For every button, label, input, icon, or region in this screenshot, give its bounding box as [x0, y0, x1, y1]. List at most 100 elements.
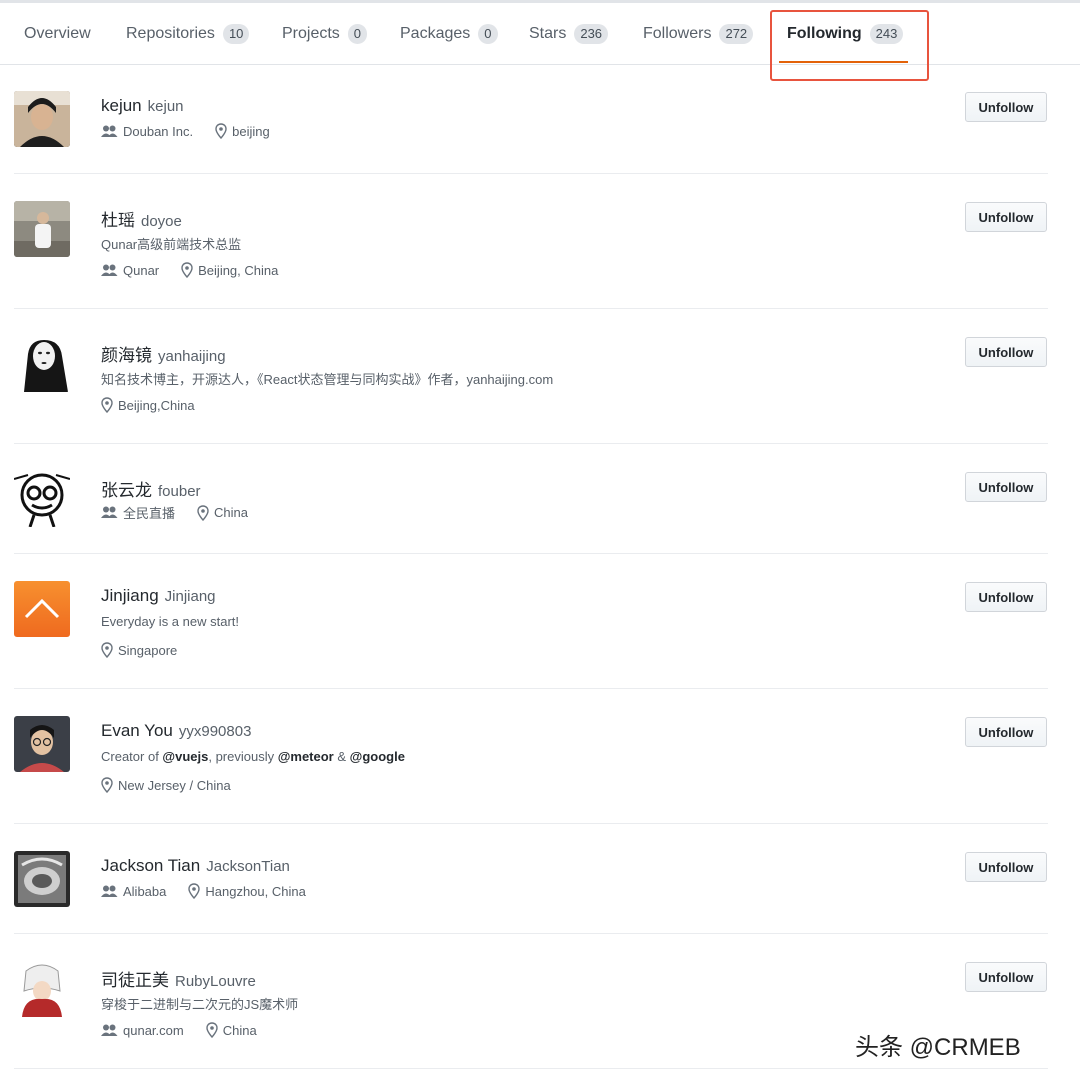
user-name-line: 张云龙 fouber [101, 476, 201, 501]
display-name[interactable]: Jinjiang [101, 586, 159, 605]
company-name: 全民直播 [123, 506, 176, 521]
username[interactable]: RubyLouvre [175, 973, 256, 990]
location-pin-icon [101, 777, 113, 793]
unfollow-button[interactable]: Unfollow [965, 582, 1047, 612]
row-divider [14, 308, 1048, 309]
location: Hangzhou, China [188, 883, 306, 899]
user-bio: Creator of @vuejs, previously @meteor & … [101, 749, 405, 764]
unfollow-button[interactable]: Unfollow [965, 852, 1047, 882]
tab-label: Overview [24, 25, 91, 42]
avatar[interactable] [14, 716, 70, 772]
location-name: Beijing, China [198, 262, 279, 278]
location: New Jersey / China [101, 777, 231, 793]
username[interactable]: fouber [158, 483, 201, 500]
location-pin-icon [197, 504, 209, 521]
location-pin-icon [188, 883, 201, 899]
user-meta: 全民直播 China [101, 503, 270, 522]
location-pin-icon [215, 123, 227, 139]
unfollow-button[interactable]: Unfollow [965, 962, 1047, 992]
user-meta: New Jersey / China [101, 777, 253, 793]
display-name[interactable]: Jackson Tian [101, 856, 200, 875]
avatar[interactable] [14, 336, 70, 392]
company: Qunar [101, 263, 159, 278]
company: qunar.com [101, 1023, 184, 1038]
people-icon [101, 264, 118, 276]
user-name-line: Jinjiang Jinjiang [101, 586, 216, 606]
company: 全民直播 [101, 503, 175, 522]
display-name[interactable]: Evan You [101, 721, 173, 740]
user-bio: 知名技术博主，开源达人，《React状态管理与同构实战》作者，yanhaijin… [101, 372, 554, 387]
location-pin-icon [101, 397, 113, 413]
user-name-line: 颜海镜 yanhaijing [101, 341, 226, 366]
org-mention-link[interactable]: @vuejs [162, 749, 208, 764]
location-name: Hangzhou, China [205, 883, 306, 899]
avatar[interactable] [14, 851, 70, 907]
company: Alibaba [101, 884, 166, 899]
user-meta: Singapore [101, 642, 199, 658]
tab-label: Stars [529, 25, 567, 42]
avatar[interactable] [14, 581, 70, 637]
username[interactable]: yyx990803 [179, 723, 252, 740]
avatar[interactable] [14, 201, 70, 257]
row-divider [14, 933, 1048, 934]
user-bio: 穿梭于二进制与二次元的JS魔术师 [101, 997, 299, 1012]
org-mention-link[interactable]: @google [350, 749, 405, 764]
location-name: China [214, 505, 248, 520]
location-name: Beijing,China [118, 397, 195, 413]
tab-counter: 0 [347, 24, 368, 44]
tab-followers[interactable]: Followers 272 [643, 3, 754, 65]
username[interactable]: JacksonTian [206, 858, 290, 875]
tab-counter: 10 [222, 24, 250, 44]
tab-label: Repositories [126, 25, 215, 42]
display-name[interactable]: 颜海镜 [101, 346, 152, 365]
username[interactable]: doyoe [141, 213, 182, 230]
tab-label: Packages [400, 25, 471, 42]
unfollow-button[interactable]: Unfollow [965, 337, 1047, 367]
row-divider [14, 688, 1048, 689]
display-name[interactable]: kejun [101, 96, 142, 115]
row-divider [14, 443, 1048, 444]
user-meta: Douban Inc. beijing [101, 123, 292, 139]
tab-label: Projects [282, 25, 340, 42]
tab-overview[interactable]: Overview [24, 3, 91, 65]
bio-text: Creator of [101, 749, 163, 764]
unfollow-button[interactable]: Unfollow [965, 717, 1047, 747]
location-name: beijing [232, 123, 270, 139]
bio-text: & [333, 749, 350, 764]
user-meta: Alibaba Hangzhou, China [101, 883, 328, 899]
username[interactable]: Jinjiang [165, 588, 216, 605]
location-pin-icon [101, 642, 113, 658]
username[interactable]: yanhaijing [158, 348, 226, 365]
tab-counter: 272 [719, 24, 754, 44]
location: beijing [215, 123, 270, 139]
avatar[interactable] [14, 471, 70, 527]
display-name[interactable]: 张云龙 [101, 481, 152, 500]
user-name-line: kejun kejun [101, 96, 184, 116]
org-mention-link[interactable]: @meteor [278, 749, 334, 764]
people-icon [101, 125, 118, 137]
display-name[interactable]: 杜瑶 [101, 211, 135, 230]
unfollow-button[interactable]: Unfollow [965, 472, 1047, 502]
location-pin-icon [181, 262, 193, 278]
people-icon [101, 1024, 118, 1036]
user-name-line: 司徒正美 RubyLouvre [101, 966, 256, 991]
people-icon [101, 506, 118, 518]
display-name[interactable]: 司徒正美 [101, 971, 169, 990]
user-meta: Qunar Beijing, China [101, 262, 300, 278]
user-name-line: 杜瑶 doyoe [101, 206, 182, 231]
tab-packages[interactable]: Packages 0 [400, 3, 498, 65]
row-divider [14, 1068, 1048, 1069]
company-name: qunar.com [123, 1022, 184, 1038]
user-meta: Beijing,China [101, 397, 217, 413]
row-divider [14, 173, 1048, 174]
location: Beijing,China [101, 397, 195, 413]
location-pin-icon [206, 1022, 218, 1038]
unfollow-button[interactable]: Unfollow [965, 202, 1047, 232]
tab-stars[interactable]: Stars 236 [529, 3, 609, 65]
tab-projects[interactable]: Projects 0 [282, 3, 368, 65]
tab-repositories[interactable]: Repositories 10 [126, 3, 250, 65]
avatar[interactable] [14, 91, 70, 147]
unfollow-button[interactable]: Unfollow [965, 92, 1047, 122]
username[interactable]: kejun [148, 98, 184, 115]
avatar[interactable] [14, 961, 70, 1017]
